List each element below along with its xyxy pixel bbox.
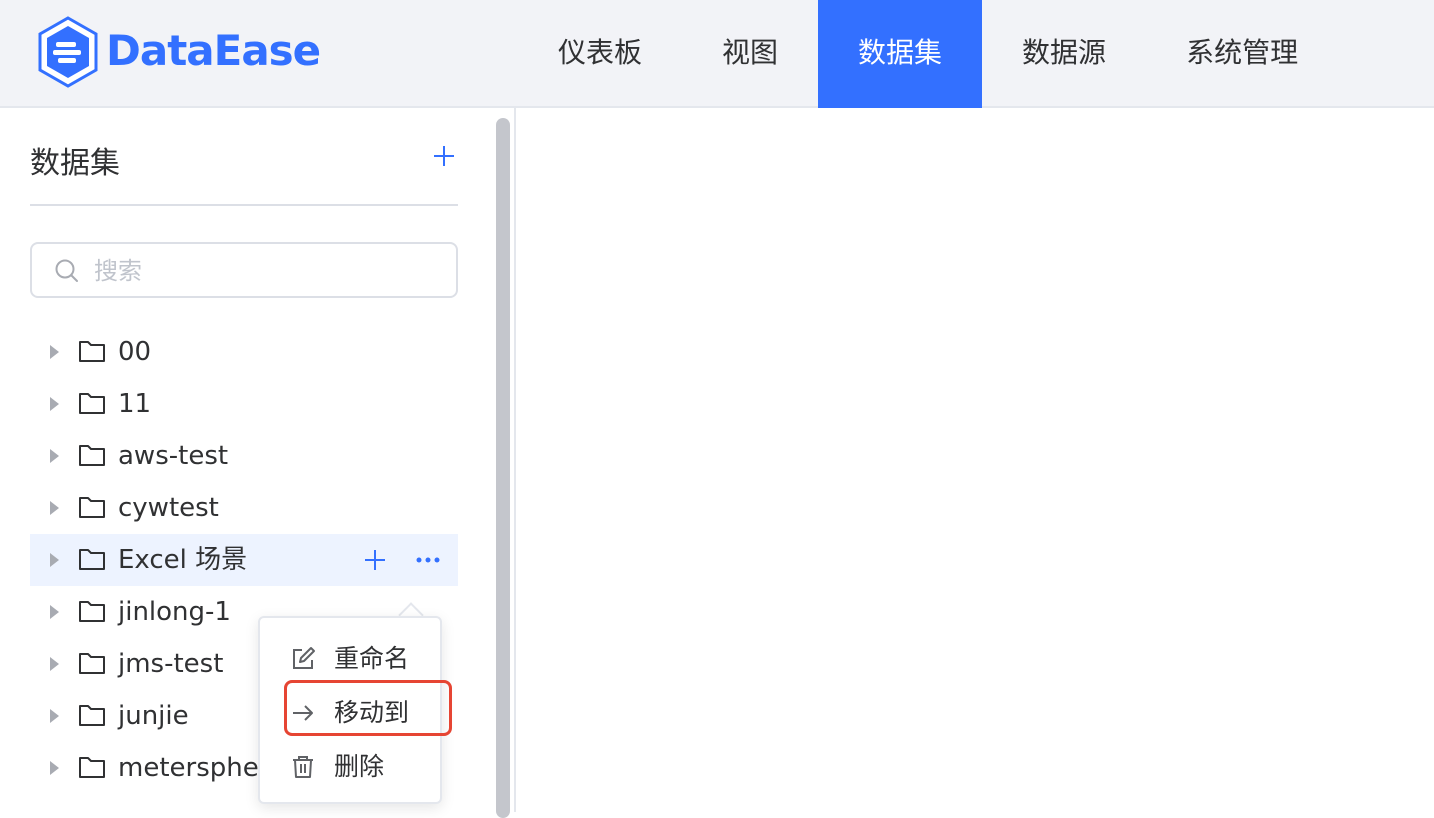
- folder-icon: [79, 497, 105, 518]
- sidebar-divider: [30, 204, 458, 206]
- search-input[interactable]: [92, 250, 436, 292]
- top-header: DataEase 仪表板 视图 数据集 数据源 系统管理: [0, 0, 1434, 108]
- context-menu: 重命名 移动到 删除: [258, 616, 442, 804]
- tree-item-label: 00: [118, 337, 152, 367]
- nav-datasource[interactable]: 数据源: [982, 0, 1146, 108]
- tree-item-label: aws-test: [118, 441, 229, 471]
- folder-icon: [79, 601, 105, 622]
- sidebar-scrollbar[interactable]: [496, 118, 510, 818]
- nav-view[interactable]: 视图: [682, 0, 818, 108]
- caret-right-icon[interactable]: [50, 501, 59, 515]
- logo[interactable]: DataEase: [36, 16, 326, 88]
- folder-icon: [79, 393, 105, 414]
- folder-icon: [79, 549, 105, 570]
- caret-right-icon[interactable]: [50, 345, 59, 359]
- folder-icon: [79, 653, 105, 674]
- main-content: [518, 108, 1434, 812]
- search-icon: [55, 259, 78, 282]
- tree-item-label: 11: [118, 389, 152, 419]
- folder-icon: [79, 341, 105, 362]
- caret-right-icon[interactable]: [50, 709, 59, 723]
- sidebar-splitter[interactable]: [486, 108, 516, 818]
- caret-right-icon[interactable]: [50, 449, 59, 463]
- tree-item-label: Excel 场景: [118, 545, 248, 575]
- caret-right-icon[interactable]: [50, 553, 59, 567]
- more-dots-icon: [416, 557, 440, 563]
- tree-item-label: jms-test: [118, 649, 224, 679]
- folder-icon: [79, 757, 105, 778]
- tree-item-excel-scene[interactable]: Excel 场景: [30, 534, 458, 586]
- top-nav: 仪表板 视图 数据集 数据源 系统管理: [518, 0, 1338, 108]
- tree-item[interactable]: cywtest: [30, 482, 458, 534]
- add-child-button[interactable]: [362, 534, 388, 587]
- tree-item-label: cywtest: [118, 493, 219, 523]
- caret-right-icon[interactable]: [50, 761, 59, 775]
- arrow-right-icon: [293, 705, 313, 721]
- tree-item[interactable]: aws-test: [30, 430, 458, 482]
- tree-item[interactable]: 11: [30, 378, 458, 430]
- tree-item-label: jinlong-1: [118, 597, 231, 627]
- menu-item-move-to[interactable]: 移动到: [260, 686, 440, 740]
- menu-item-rename[interactable]: 重命名: [260, 632, 440, 686]
- tree-item-label: junjie: [118, 701, 189, 731]
- plus-icon: [365, 550, 385, 570]
- edit-icon: [293, 647, 315, 669]
- sidebar-title: 数据集: [30, 146, 120, 181]
- folder-icon: [79, 705, 105, 726]
- folder-icon: [79, 445, 105, 466]
- caret-right-icon[interactable]: [50, 605, 59, 619]
- search-box: [30, 242, 458, 298]
- nav-system-management[interactable]: 系统管理: [1146, 0, 1338, 108]
- logo-text: DataEase: [106, 26, 321, 75]
- nav-dataset[interactable]: 数据集: [818, 0, 983, 108]
- trash-icon: [293, 756, 313, 778]
- menu-item-label: 移动到: [334, 698, 410, 727]
- menu-item-label: 重命名: [334, 644, 410, 673]
- nav-dashboard[interactable]: 仪表板: [518, 0, 682, 108]
- menu-item-delete[interactable]: 删除: [260, 740, 440, 794]
- dataease-logo-icon: [38, 16, 98, 88]
- plus-icon: [434, 146, 454, 166]
- caret-right-icon[interactable]: [50, 657, 59, 671]
- add-dataset-button[interactable]: [428, 138, 460, 175]
- menu-item-label: 删除: [334, 752, 385, 781]
- caret-right-icon[interactable]: [50, 397, 59, 411]
- tree-item[interactable]: 00: [30, 326, 458, 378]
- more-actions-button[interactable]: [414, 534, 442, 576]
